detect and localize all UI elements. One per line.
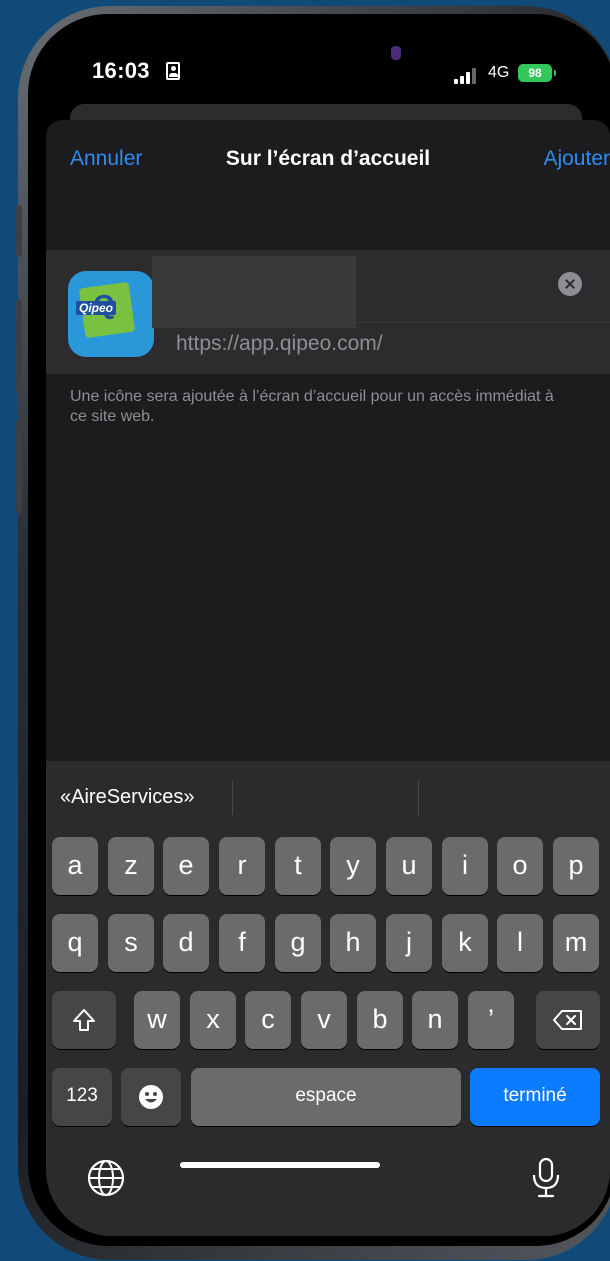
field-divider — [168, 322, 610, 323]
emoji-key[interactable] — [121, 1068, 181, 1126]
shift-icon — [73, 1009, 95, 1031]
network-type: 4G — [488, 64, 510, 81]
info-text: Une icône sera ajoutée à l’écran d’accue… — [70, 388, 554, 425]
key-m[interactable]: m — [553, 914, 599, 972]
key-d[interactable]: d — [163, 914, 209, 972]
key-n[interactable]: n — [412, 991, 458, 1049]
key-z[interactable]: z — [108, 837, 154, 895]
key-h[interactable]: h — [330, 914, 376, 972]
done-key[interactable]: terminé — [470, 1068, 600, 1126]
clear-text-icon[interactable] — [558, 272, 582, 296]
key-t[interactable]: t — [275, 837, 321, 895]
key-l[interactable]: l — [497, 914, 543, 972]
key-u[interactable]: u — [386, 837, 432, 895]
phone-screen: 16:03 4G 98 Annuler Sur l’écran d’accuei… — [46, 24, 610, 1236]
globe-icon[interactable] — [86, 1158, 126, 1198]
battery-icon: 98 — [518, 64, 556, 82]
shift-key[interactable] — [52, 991, 116, 1049]
key-c[interactable]: c — [245, 991, 291, 1049]
key-a[interactable]: a — [52, 837, 98, 895]
key-apostrophe[interactable]: ’ — [468, 991, 514, 1049]
delete-icon — [553, 1010, 582, 1030]
key-p[interactable]: p — [553, 837, 599, 895]
key-b[interactable]: b — [357, 991, 403, 1049]
key-j[interactable]: j — [386, 914, 432, 972]
key-g[interactable]: g — [275, 914, 321, 972]
backspace-key[interactable] — [536, 991, 600, 1049]
app-icon: Qipeo — [68, 271, 154, 357]
key-r[interactable]: r — [219, 837, 265, 895]
key-i[interactable]: i — [442, 837, 488, 895]
contact-card-icon — [166, 62, 180, 80]
numbers-key[interactable]: 123 — [52, 1068, 112, 1126]
add-button[interactable]: Ajouter — [543, 147, 610, 171]
shortcut-name-field[interactable] — [152, 256, 356, 328]
app-logo-label: Qipeo — [76, 301, 117, 315]
action-button — [16, 205, 22, 257]
volume-down-button — [16, 420, 22, 514]
key-q[interactable]: q — [52, 914, 98, 972]
key-w[interactable]: w — [134, 991, 180, 1049]
key-f[interactable]: f — [219, 914, 265, 972]
camera-indicator-icon — [391, 46, 401, 60]
space-key[interactable]: espace — [191, 1068, 461, 1126]
key-y[interactable]: y — [330, 837, 376, 895]
key-k[interactable]: k — [442, 914, 488, 972]
key-e[interactable]: e — [163, 837, 209, 895]
microphone-icon[interactable] — [526, 1156, 566, 1200]
suggestion-item[interactable]: «AireServices» — [60, 786, 195, 809]
suggestion-bar: «AireServices» — [46, 761, 610, 835]
sheet-title: Sur l’écran d’accueil — [225, 147, 431, 170]
suggestion-divider — [232, 781, 233, 815]
key-s[interactable]: s — [108, 914, 154, 972]
volume-up-button — [16, 300, 22, 394]
key-v[interactable]: v — [301, 991, 347, 1049]
emoji-icon — [139, 1085, 163, 1109]
suggestion-divider — [418, 781, 419, 815]
sheet-nav-bar: Annuler Sur l’écran d’accueil Ajouter — [46, 120, 610, 200]
shortcut-url: https://app.qipeo.com/ — [176, 332, 383, 355]
cellular-signal-icon — [454, 68, 480, 84]
home-indicator[interactable] — [180, 1162, 380, 1168]
status-time: 16:03 — [92, 58, 150, 83]
key-o[interactable]: o — [497, 837, 543, 895]
shortcut-form: Qipeo https://app.qipeo.com/ — [46, 250, 610, 374]
key-x[interactable]: x — [190, 991, 236, 1049]
